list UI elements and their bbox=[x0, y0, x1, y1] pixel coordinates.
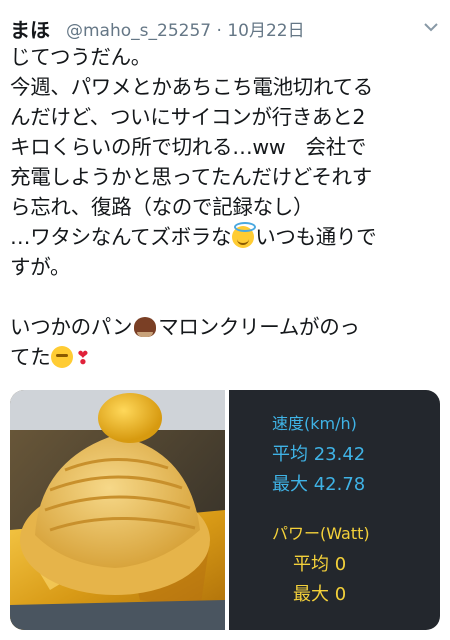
separator: · bbox=[216, 21, 222, 41]
tweet-header: まほ @maho_s_25257 · 10月22日 bbox=[10, 14, 442, 42]
tweet-line-part: …ワタシなんてズボラな bbox=[10, 225, 232, 249]
tweet-media[interactable]: 速度(km/h) 平均 23.42 最大 42.78 パワー(Watt) 平均 … bbox=[10, 390, 440, 630]
chestnut-icon bbox=[134, 317, 157, 337]
tweet-line-part: てた bbox=[10, 345, 51, 369]
tweet-line-part: いつも通りで bbox=[255, 225, 377, 249]
author-handle-date[interactable]: @maho_s_25257 · 10月22日 bbox=[66, 16, 305, 41]
speed-title: 速度(km/h) bbox=[272, 414, 357, 433]
tweet-line-part: いつかのパン bbox=[10, 315, 133, 339]
author-handle[interactable]: @maho_s_25257 bbox=[66, 21, 211, 41]
mont-blanc-photo[interactable] bbox=[10, 390, 225, 630]
power-max: 最大 0 bbox=[293, 584, 347, 605]
tweet-line: ら忘れ、復路（なので記録なし） bbox=[10, 195, 314, 219]
power-title: パワー(Watt) bbox=[272, 524, 370, 543]
tweet-line: すが。 bbox=[10, 255, 71, 279]
relieved-face-icon bbox=[51, 346, 74, 368]
red-heart-icon: ❣ bbox=[75, 348, 91, 369]
tweet-line: 今週、パワメとかあちこち電池切れてる bbox=[10, 75, 373, 99]
tweet-date[interactable]: 10月22日 bbox=[227, 21, 304, 41]
innocent-face-icon bbox=[232, 222, 257, 248]
chevron-down-icon[interactable] bbox=[422, 18, 440, 36]
tweet-line: んだけど、ついにサイコンが行きあと2 bbox=[10, 105, 366, 129]
speed-max: 最大 42.78 bbox=[272, 474, 366, 495]
speed-average: 平均 23.42 bbox=[272, 444, 366, 465]
tweet-line: 充電しようかと思ってたんだけどそれす bbox=[10, 165, 372, 189]
tweet-line: じてつうだん。 bbox=[10, 45, 151, 69]
tweet-line: てた ❣ bbox=[10, 342, 440, 374]
tweet-line-part: マロンクリームがのっ bbox=[158, 315, 360, 339]
tweet-line: キロくらいの所で切れる…ww 会社で bbox=[10, 135, 367, 159]
power-average: 平均 0 bbox=[293, 554, 347, 575]
author-name[interactable]: まほ bbox=[10, 14, 50, 43]
tweet-line: …ワタシなんてズボラな いつも通りで bbox=[10, 222, 440, 252]
ride-stats-panel[interactable]: 速度(km/h) 平均 23.42 最大 42.78 パワー(Watt) 平均 … bbox=[229, 390, 440, 630]
tweet-line: いつかのパン マロンクリームがのっ bbox=[10, 312, 440, 342]
tweet-text: じてつうだん。 今週、パワメとかあちこち電池切れてる んだけど、ついにサイコンが… bbox=[10, 42, 440, 374]
